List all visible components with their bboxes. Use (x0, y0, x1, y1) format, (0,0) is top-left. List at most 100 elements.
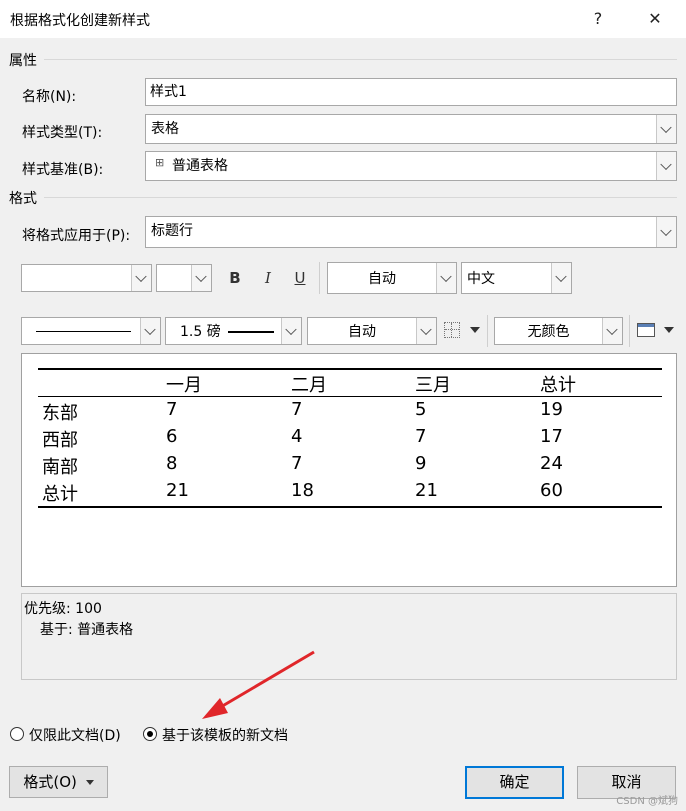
alignment-icon-bar (638, 324, 654, 327)
name-input[interactable]: 样式1 (145, 78, 677, 106)
header-cell: 三月 (415, 375, 451, 396)
name-label: 名称(N): (22, 89, 77, 105)
border-color-value: 自动 (348, 324, 376, 340)
alignment-icon[interactable] (637, 323, 655, 337)
font-size-select[interactable] (156, 264, 212, 292)
format-heading: 格式 (9, 191, 37, 207)
apply-to-select[interactable]: 标题行 (145, 216, 677, 248)
toolbar-separator (629, 315, 630, 347)
table-cell: 17 (540, 426, 563, 447)
border-width-sample (228, 331, 274, 333)
format-divider (44, 197, 677, 198)
chevron-down-icon[interactable] (140, 318, 160, 344)
row-label: 西部 (42, 430, 78, 451)
script-select[interactable]: 中文 (461, 262, 572, 294)
chevron-down-icon[interactable] (656, 152, 676, 180)
row-label: 东部 (42, 403, 78, 424)
dropdown-arrow-icon (85, 780, 94, 785)
header-cell: 二月 (291, 375, 327, 396)
font-color-value: 自动 (368, 271, 396, 287)
style-base-select[interactable]: ⊞ 普通表格 (145, 151, 677, 181)
chevron-down-icon[interactable] (656, 115, 676, 143)
table-cell: 19 (540, 399, 563, 420)
underline-button[interactable]: U (286, 264, 314, 292)
properties-heading: 属性 (9, 53, 37, 69)
table-cell: 5 (415, 399, 427, 420)
header-cell: 总计 (540, 375, 576, 396)
table-cell: 9 (415, 453, 427, 474)
bold-button[interactable]: B (221, 264, 249, 292)
annotation-arrow-icon (202, 650, 315, 719)
apply-to-value: 标题行 (151, 223, 193, 239)
borders-icon-inner (445, 329, 459, 330)
format-button-label: 格式(O) (23, 773, 77, 791)
border-color-select[interactable]: 自动 (307, 317, 437, 345)
based-on-text: 基于: 普通表格 (40, 622, 134, 638)
table-cell: 21 (415, 480, 438, 501)
script-value: 中文 (467, 271, 495, 287)
header-cell: 一月 (166, 375, 202, 396)
annotation-arrow-head (202, 698, 228, 719)
style-base-value: 普通表格 (172, 158, 228, 174)
toolbar-separator (319, 262, 320, 294)
border-style-sample (36, 331, 131, 332)
table-cell: 7 (415, 426, 427, 447)
table-cell: 18 (291, 480, 314, 501)
close-icon: ✕ (648, 9, 662, 28)
border-width-value: 1.5 磅 (180, 324, 221, 340)
apply-to-label: 将格式应用于(P): (22, 228, 131, 244)
table-cell: 7 (291, 399, 303, 420)
border-style-select[interactable] (21, 317, 161, 345)
new-documents-radio[interactable] (143, 727, 157, 741)
table-preview: 一月 二月 三月 总计 东部 7 7 5 19 西部 6 4 7 17 南部 8… (21, 353, 677, 587)
chevron-down-icon[interactable] (436, 263, 456, 293)
this-document-label[interactable]: 仅限此文档(D) (29, 725, 121, 745)
borders-icon[interactable] (444, 322, 460, 338)
style-type-value: 表格 (151, 121, 179, 137)
chevron-down-icon[interactable] (191, 265, 211, 291)
borders-icon-inner (451, 323, 452, 337)
table-cell: 6 (166, 426, 178, 447)
table-cell: 8 (166, 453, 178, 474)
style-type-select[interactable]: 表格 (145, 114, 677, 144)
table-cell: 24 (540, 453, 563, 474)
border-width-select[interactable]: 1.5 磅 (165, 317, 302, 345)
font-color-select[interactable]: 自动 (327, 262, 457, 294)
table-bottom-rule (38, 506, 662, 508)
chevron-down-icon[interactable] (656, 217, 676, 247)
table-cell: 7 (166, 399, 178, 420)
alignment-dropdown-arrow-icon[interactable] (664, 327, 674, 333)
row-label: 南部 (42, 457, 78, 478)
chevron-down-icon[interactable] (416, 318, 436, 344)
table-grid-icon: ⊞ (155, 156, 165, 169)
borders-dropdown-arrow-icon[interactable] (470, 327, 480, 333)
properties-divider (44, 59, 677, 60)
font-name-select[interactable] (21, 264, 152, 292)
style-type-label: 样式类型(T): (22, 125, 103, 141)
chevron-down-icon[interactable] (281, 318, 301, 344)
style-description: 优先级: 100 基于: 普通表格 (21, 593, 677, 680)
shading-value: 无颜色 (527, 324, 570, 340)
ok-button[interactable]: 确定 (465, 766, 564, 799)
priority-text: 优先级: 100 (24, 601, 102, 617)
table-cell: 60 (540, 480, 563, 501)
chevron-down-icon[interactable] (602, 318, 622, 344)
chevron-down-icon[interactable] (131, 265, 151, 291)
this-document-radio[interactable] (10, 727, 24, 741)
table-cell: 4 (291, 426, 303, 447)
toolbar-separator (487, 315, 488, 347)
table-cell: 7 (291, 453, 303, 474)
table-cell: 21 (166, 480, 189, 501)
annotation-arrow-shaft (213, 650, 315, 713)
watermark: CSDN @斌狗 (616, 796, 678, 807)
dialog-title: 根据格式化创建新样式 (10, 13, 150, 29)
italic-button[interactable]: I (254, 264, 282, 292)
close-button[interactable]: ✕ (643, 8, 667, 30)
row-label: 总计 (42, 484, 78, 505)
table-top-rule (38, 368, 662, 370)
format-menu-button[interactable]: 格式(O) (9, 766, 108, 798)
help-button[interactable]: ? (586, 8, 610, 30)
style-base-label: 样式基准(B): (22, 162, 104, 178)
shading-select[interactable]: 无颜色 (494, 317, 623, 345)
chevron-down-icon[interactable] (551, 263, 571, 293)
